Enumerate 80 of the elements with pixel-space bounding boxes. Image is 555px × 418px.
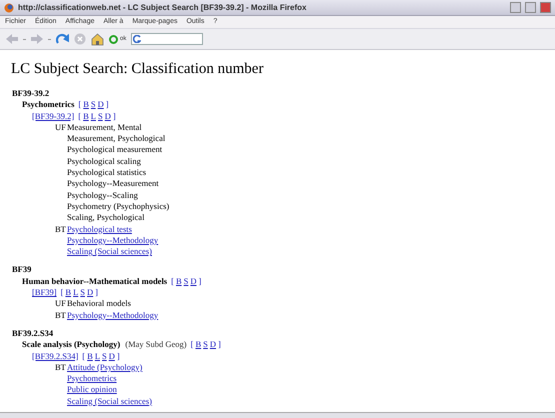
term-link[interactable]: Psychology--Methodology [67, 310, 158, 321]
letter-link[interactable]: B [87, 350, 93, 362]
window-title: http://classificationweb.net - LC Subject Search [BF39-39.2] - Mozilla Firefox [18, 2, 308, 14]
go-icon[interactable] [109, 34, 118, 44]
letter-link[interactable]: L [90, 110, 96, 122]
letter-link[interactable]: D [87, 287, 94, 298]
close-button[interactable] [540, 2, 551, 13]
letter-link[interactable]: S [102, 350, 107, 362]
bracket: ] [218, 339, 221, 351]
class-heading: BF39-39.2 [12, 88, 50, 100]
class-heading: BF39.2.S34 [12, 328, 54, 340]
letter-link[interactable]: B [83, 99, 89, 111]
term-link[interactable]: Psychometrics [67, 373, 117, 384]
used-for-term: Measurement, Psychological [67, 133, 166, 144]
search-field[interactable] [131, 33, 204, 45]
letter-link[interactable]: B [83, 110, 89, 122]
bracket: [ [60, 287, 64, 298]
class-number-link[interactable]: [BF39] [32, 287, 57, 298]
letter-link[interactable]: S [98, 110, 103, 122]
term-link[interactable]: Scaling (Social sciences) [67, 396, 152, 408]
relation-label: UF [55, 298, 67, 310]
subject-term: Scale analysis (Psychology) [22, 339, 120, 351]
letter-link[interactable]: D [190, 276, 197, 288]
minimize-button[interactable] [510, 2, 521, 13]
relation-label: BT [55, 310, 67, 321]
letter-link[interactable]: D [108, 350, 115, 362]
bracket: [ [82, 350, 86, 362]
stop-icon[interactable] [74, 33, 86, 45]
letter-link[interactable]: B [195, 339, 202, 351]
used-for-term: Psychological measurement [67, 144, 164, 156]
class-number-link[interactable]: [BF39.2.S34] [32, 350, 78, 362]
letter-link[interactable]: S [80, 287, 86, 298]
relation-label: BT [55, 362, 67, 374]
class-number-link[interactable]: [BF39-39.2] [32, 110, 74, 122]
home-icon[interactable] [91, 32, 104, 46]
subject-term: Psychometrics [22, 99, 74, 111]
reload-icon[interactable] [56, 32, 69, 46]
letter-link[interactable]: S [203, 339, 208, 351]
bracket: [ [78, 99, 82, 111]
letter-link[interactable]: L [73, 287, 78, 298]
letter-link[interactable]: B [65, 287, 72, 298]
browser-logo-icon [4, 2, 14, 12]
term-link[interactable]: Psychology--Methodology [67, 234, 158, 246]
bracket: ] [95, 287, 98, 298]
back-arrow-icon[interactable] [6, 34, 18, 44]
letter-link[interactable]: D [98, 99, 104, 111]
bracket: ] [112, 110, 116, 122]
search-engine-icon [133, 35, 142, 43]
letter-link[interactable]: L [94, 350, 100, 362]
relation-label: UF [55, 122, 67, 134]
bracket: ] [198, 276, 202, 288]
term-link[interactable]: Psychological tests [67, 224, 132, 235]
term-link[interactable]: Scaling (Social sciences) [67, 246, 152, 258]
letter-link[interactable]: B [176, 276, 182, 288]
used-for-term: Psychometry (Psychophysics) [67, 200, 170, 212]
used-for-term: Psychology--Measurement [67, 178, 160, 190]
letter-link[interactable]: D [210, 339, 216, 351]
relation-label: BT [55, 224, 67, 236]
subject-term: Human behavior--Mathematical models [22, 276, 168, 288]
letter-link[interactable]: S [90, 99, 96, 111]
bracket: [ [78, 110, 82, 122]
page-title: LC Subject Search: Classification number [11, 60, 264, 78]
used-for-term: Psychological scaling [67, 156, 142, 168]
bracket: [ [190, 339, 194, 351]
bracket: ] [116, 350, 120, 362]
used-for-term: Measurement, Mental [67, 122, 143, 134]
used-for-term: Scaling, Psychological [67, 212, 146, 224]
forward-arrow-icon[interactable] [31, 34, 43, 44]
maximize-button[interactable] [525, 2, 536, 13]
used-for-term: Behavioral models [67, 298, 131, 310]
bracket: ] [106, 99, 109, 111]
used-for-term: Psychological statistics [67, 167, 148, 178]
letter-link[interactable]: S [184, 276, 188, 288]
term-link[interactable]: Public opinion [67, 384, 117, 396]
used-for-term: Psychology--Scaling [67, 190, 139, 201]
subdivision-note: (May Subd Geog) [125, 339, 187, 351]
bracket: [ [171, 276, 174, 288]
letter-link[interactable]: D [104, 110, 111, 122]
term-link[interactable]: Attitude (Psychology) [67, 362, 142, 374]
class-heading: BF39 [12, 264, 32, 276]
